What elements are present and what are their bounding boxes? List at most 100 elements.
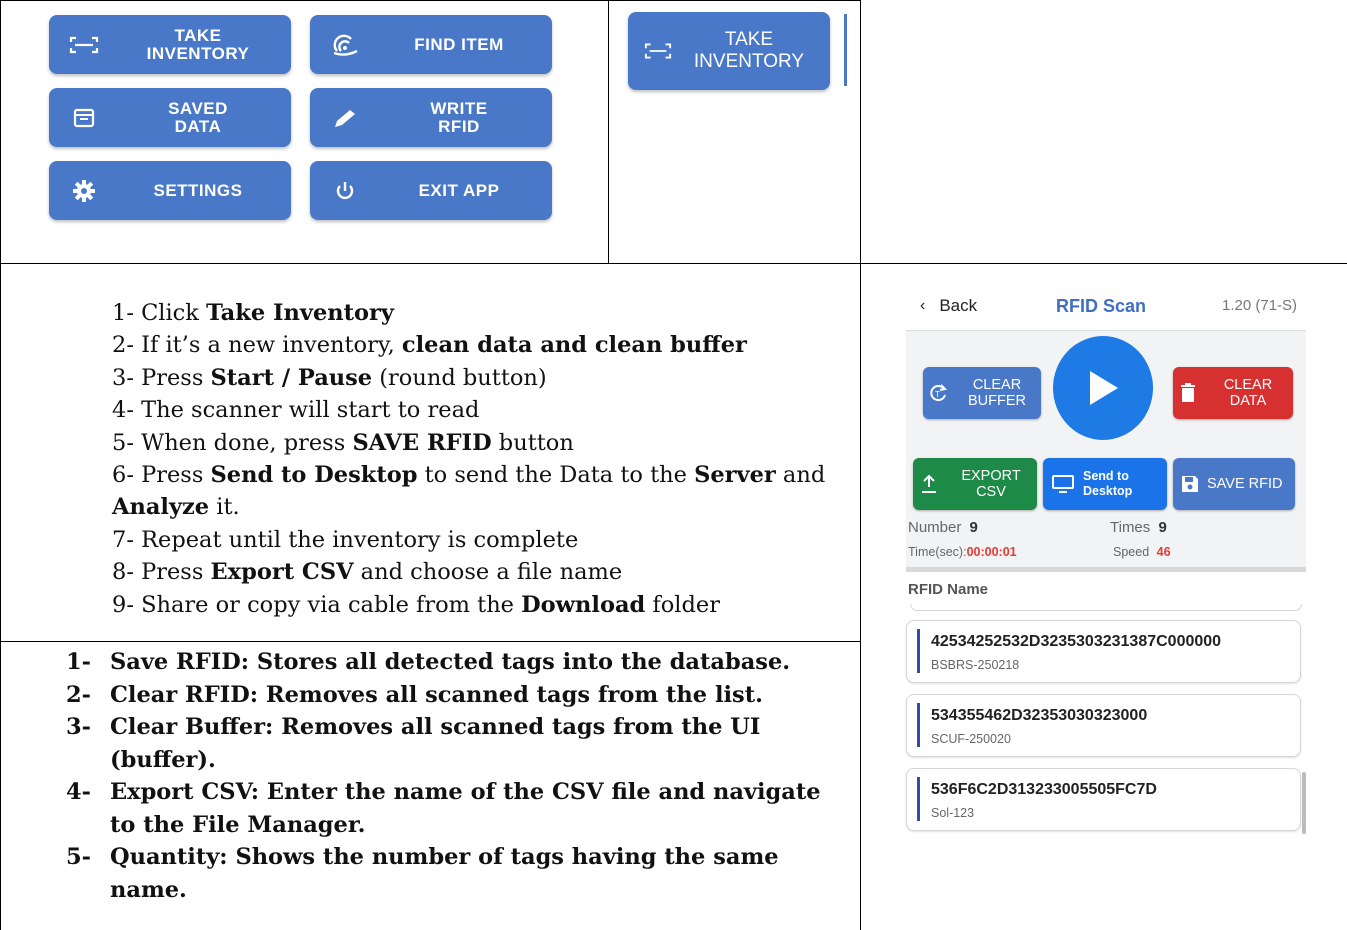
definition-item: 2- Clear RFID: Removes all scanned tags f… — [66, 679, 850, 712]
list-header: RFID Name — [908, 581, 989, 598]
power-icon — [310, 180, 380, 202]
step-emphasis: Download — [521, 591, 646, 618]
tag-id: 42534252532D3235303231387C000000 — [931, 633, 1222, 650]
step-text: to send the Data to the — [417, 462, 695, 489]
saved-data-button[interactable]: SAVED DATA — [49, 88, 291, 147]
refresh-timer-icon: T — [923, 383, 953, 403]
definition-item: 3- Clear Buffer: Removes all scanned tags… — [66, 711, 850, 776]
tag-name: Sol-123 — [931, 806, 975, 820]
step-text: 1- Click — [112, 300, 207, 326]
send-to-desktop-label: Send to Desktop — [1083, 469, 1133, 498]
find-item-label: FIND ITEM — [414, 34, 504, 54]
number-label: Number — [908, 519, 962, 536]
table-border-top — [0, 0, 860, 1]
definition-text: Clear RFID: Removes all scanned tags fro… — [110, 681, 763, 708]
saved-data-label: SAVED DATA — [168, 98, 228, 136]
step-emphasis: clean data and clean buffer — [401, 332, 747, 359]
step-emphasis: Send to Desktop — [210, 462, 418, 489]
time-value: 00:00:01 — [966, 545, 1017, 559]
back-label: Back — [939, 296, 978, 315]
stats-divider — [906, 567, 1306, 572]
list-scrollbar[interactable] — [1302, 772, 1306, 834]
feature-definitions: 1- Save RFID: Stores all detected tags in… — [66, 646, 850, 906]
definition-item: 4- Export CSV: Enter the name of the CSV … — [66, 776, 850, 841]
definition-item: 5- Quantity: Shows the number of tags hav… — [66, 841, 850, 906]
take-inventory-button[interactable]: TAKE INVENTORY — [49, 15, 291, 74]
table-divider-vertical — [860, 0, 861, 930]
instruction-step: Analyze it. — [112, 491, 825, 523]
clear-buffer-button[interactable]: T CLEAR BUFFER — [923, 367, 1041, 419]
start-pause-button[interactable] — [1053, 336, 1153, 440]
number-stat: Number 9 — [908, 519, 978, 536]
send-to-desktop-button[interactable]: Send to Desktop — [1043, 458, 1167, 510]
table-divider-inner — [608, 0, 609, 263]
settings-label: SETTINGS — [153, 180, 243, 200]
step-emphasis: Take Inventory — [206, 300, 394, 326]
step-text: 8- Press — [112, 559, 211, 586]
definition-number: 2- — [66, 681, 91, 708]
monitor-icon — [1043, 475, 1083, 493]
find-item-button[interactable]: FIND ITEM — [310, 15, 552, 74]
chevron-left-icon: ‹ — [920, 297, 926, 314]
tag-accent-bar — [917, 703, 920, 747]
svg-text:T: T — [935, 390, 940, 399]
write-rfid-label: WRITE RFID — [430, 98, 488, 136]
speed-value: 46 — [1156, 545, 1171, 559]
table-border-left — [0, 0, 1, 930]
tag-name: BSBRS-250218 — [931, 658, 1020, 672]
definition-number: 4- — [66, 779, 91, 805]
tag-accent-bar — [917, 777, 920, 821]
radar-icon — [310, 33, 380, 57]
instruction-step: 1- Click Take Inventory — [112, 297, 825, 329]
tag-accent-bar — [917, 629, 920, 673]
times-value: 9 — [1158, 519, 1167, 536]
times-stat: Times 9 — [1110, 519, 1167, 536]
take-inventory-zoom-label: TAKE INVENTORY — [693, 29, 805, 72]
rfid-tag-card[interactable]: 536F6C2D313233005505FC7D Sol-123 — [906, 768, 1301, 831]
take-inventory-label: TAKE INVENTORY — [146, 25, 250, 63]
step-emphasis: Analyze — [112, 494, 210, 521]
clear-data-label: CLEAR DATA — [1223, 377, 1273, 409]
table-divider-horizontal — [0, 263, 1347, 264]
clear-data-button[interactable]: CLEAR DATA — [1173, 367, 1293, 419]
app-version: 1.20 (71-S) — [1222, 297, 1298, 314]
step-text: and choose a file name — [353, 559, 623, 586]
trash-icon — [1173, 383, 1203, 403]
scan-frame-icon — [49, 36, 119, 54]
back-button[interactable]: ‹ Back — [920, 296, 977, 316]
step-text: 3- Press — [112, 364, 211, 391]
settings-button[interactable]: SETTINGS — [49, 161, 291, 220]
archive-box-icon — [49, 108, 119, 128]
save-rfid-button[interactable]: SAVE RFID — [1173, 458, 1295, 510]
exit-app-button[interactable]: EXIT APP — [310, 161, 552, 220]
definition-number: 3- — [66, 714, 91, 740]
definition-number: 1- — [66, 649, 91, 675]
step-text: button — [491, 429, 574, 456]
tag-name: SCUF-250020 — [931, 732, 1011, 746]
step-emphasis: Start / Pause — [210, 364, 373, 391]
instruction-step: 8- Press Export CSV and choose a file na… — [112, 556, 825, 588]
definition-item: 1- Save RFID: Stores all detected tags in… — [66, 646, 850, 679]
speed-stat: Speed 46 — [1113, 545, 1171, 559]
tag-id: 536F6C2D313233005505FC7D — [931, 781, 1157, 798]
table-divider-lower — [0, 641, 860, 642]
write-rfid-button[interactable]: WRITE RFID — [310, 88, 552, 147]
instruction-steps: 1- Click Take Inventory 2- If it’s a new … — [112, 297, 825, 621]
rfid-tag-card[interactable]: 42534252532D3235303231387C000000 BSBRS-25… — [906, 620, 1301, 683]
step-emphasis: Server — [694, 462, 776, 489]
step-text: it. — [209, 494, 240, 521]
step-emphasis: Export CSV — [210, 559, 354, 586]
take-inventory-zoom-button[interactable]: TAKE INVENTORY — [628, 12, 830, 90]
screen-title: RFID Scan — [1056, 296, 1147, 316]
step-text: (round button) — [372, 364, 547, 391]
instruction-step: 9- Share or copy via cable from the Down… — [112, 589, 825, 621]
instruction-step: 6- Press Send to Desktop to send the Dat… — [112, 459, 825, 491]
step-text: 6- Press — [112, 462, 211, 489]
step-text: folder — [645, 591, 720, 618]
step-emphasis: SAVE RFID — [352, 429, 492, 456]
export-csv-button[interactable]: EXPORT CSV — [913, 458, 1037, 510]
speed-label: Speed — [1113, 545, 1150, 559]
instruction-step: 3- Press Start / Pause (round button) — [112, 362, 825, 394]
instruction-step: 2- If it’s a new inventory, clean data a… — [112, 329, 825, 361]
rfid-tag-card[interactable]: 534355462D32353030323000 SCUF-250020 — [906, 694, 1301, 757]
